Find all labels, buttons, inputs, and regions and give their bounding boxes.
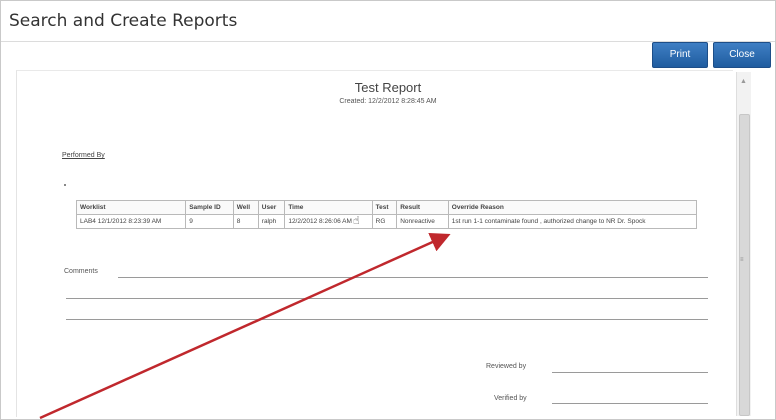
annotation-arrow-icon: [39, 233, 451, 420]
